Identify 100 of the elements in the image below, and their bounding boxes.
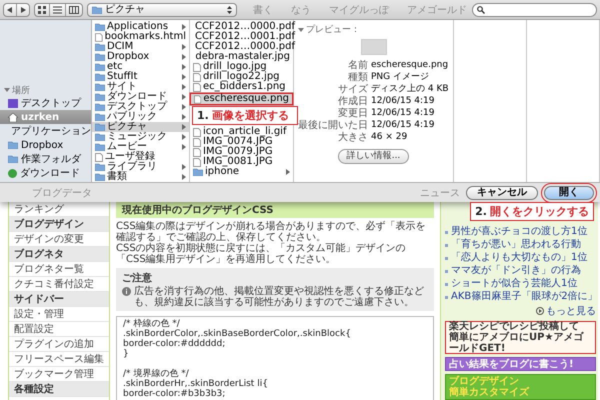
image-thumbnail [360,39,386,55]
news-link[interactable]: 男性が喜ぶチョコの渡し方1位 [451,226,588,238]
file-row[interactable]: iphone [190,167,293,177]
instruction-text: CSSの内容を初期状態に戻すには、「カスタム可能」デザインの「CSS編集用デザイン」を再適用してください。 [116,243,407,265]
news-link[interactable]: AKB篠田麻里子「眼球が2倍に」 [451,291,598,303]
up-down-arrows-icon [227,6,232,14]
file-row[interactable]: ユーザ登録 [92,152,189,162]
file-row[interactable]: Applications [92,22,189,32]
file-row[interactable]: icon_article_li.gif [190,127,293,137]
background-text: ブログデータ [32,186,92,200]
step-label: 1. 画像を選択する [192,106,298,125]
background-text: アメゴールド [407,4,467,16]
info-value: 12/06/15 4:19 [371,108,436,119]
grid-icon [38,6,46,14]
sidebar-link[interactable]: フリースペース編集 [9,352,109,367]
info-label: 大きさ [337,132,368,143]
file-row[interactable]: ライブラリ [92,162,189,172]
file-row[interactable]: ダウンロード [92,92,189,102]
preview-header[interactable]: プレビュー： [298,23,449,36]
sidebar-heading: 各種設定 [9,382,109,397]
sidebar-item[interactable]: 作業フォルダ [0,152,91,166]
chevron-right-icon [286,169,290,175]
sidebar-item[interactable]: Dropbox [0,138,91,152]
info-label: 種類 [347,72,368,83]
sidebar-item[interactable]: アプリケーション [0,124,91,138]
sidebar-link[interactable]: ブログネター覧 [9,262,109,277]
news-link[interactable]: ママ友が「ドン引き」の行為 [451,265,581,277]
file-row[interactable]: Dropbox [92,52,189,62]
file-row[interactable]: ムービー [92,142,189,152]
info-value: 46 × 29 [371,132,408,143]
news-link[interactable]: 「育ちが悪い」思われる行動 [451,239,581,251]
sidebar-link[interactable]: ブックマーク管理 [9,367,109,382]
news-link[interactable]: ショートが似合う芸能人1位 [451,278,578,290]
file-row[interactable]: ピクチャ [92,122,189,132]
file-row[interactable]: bookmarks.html [92,32,189,42]
file-row[interactable]: drill_logo.jpg [190,62,293,72]
document-icon [95,152,103,162]
notice-text: 広告を消す行為の他、掲載位置変更や視認性を悪くする修正なども、規約違反に該当する可能性がありますのでご遠慮下さい。 [134,286,425,308]
ad-banner[interactable]: 占い結果をブログに書こう! [445,357,596,371]
sidebar-link[interactable]: デザインの変更 [9,232,109,247]
more-info-button[interactable]: 詳しい情報... [338,149,410,164]
file-row[interactable]: debra-mastaler.jpg [190,52,293,62]
info-value: escheresque.png [371,60,449,71]
file-row[interactable]: IMG_0079.JPG [190,147,293,157]
info-value: 12/06/15 4:19 [371,120,436,131]
file-row[interactable]: CCF2012…0000.pdf [190,42,293,52]
path-popup[interactable]: ピクチャ [87,2,237,16]
bullet-icon [445,230,448,234]
sidebar-link[interactable]: クチコミ番付設定 [9,277,109,292]
file-row[interactable]: escheresque.png [191,94,292,104]
sidebar-link[interactable]: 配置設定 [9,322,109,337]
dialog-button[interactable]: 開く [544,186,594,200]
file-row[interactable]: StuffIt [92,72,189,82]
sidebar-link[interactable]: ランキング [9,202,109,217]
sidebar-item[interactable]: デスクトップ [0,96,91,110]
chevron-right-icon [182,24,186,30]
background-text: 書く [253,4,273,16]
sidebar-heading: ブログデザイン [9,217,109,232]
file-row[interactable]: ec_bidders1.png [190,82,293,92]
file-row[interactable]: CCF2012…0000.pdf [190,22,293,32]
instruction-text: CSS編集の際はデザインが崩れる場合がありますので、必ず「表示を確認する」でご確認の上、保存してください。 [116,221,427,243]
file-row[interactable]: ミュージック [92,132,189,142]
more-link[interactable]: もっと見る [536,304,596,318]
file-row[interactable]: IMG_0074.JPG [190,137,293,147]
disclosure-triangle-icon[interactable] [298,26,304,32]
disclosure-triangle-icon[interactable] [4,87,10,93]
css-editor-field[interactable]: /* 枠線の色 */ .skinBorderColor,.skinBaseBorderColor,.skinBlock{ border-color:#dddddd; } /* 境界線の色 */ .skinBorderHr,.skinBorderList li{ border-color:#b3b3b3; [116,316,434,400]
file-row[interactable]: drill_logo22.jpg [190,72,293,82]
background-text: なう [291,4,311,16]
search-field[interactable] [472,2,597,16]
info-icon [122,287,131,296]
folder-icon [193,168,203,176]
file-row[interactable]: CCF2012…0001.pdf [190,32,293,42]
dialog-button[interactable]: キャンセル [466,186,538,200]
sidebar-heading: サイドバー [9,292,109,307]
info-label: 最後に開いた日 [298,120,368,131]
bullet-icon [445,270,448,272]
sidebar-item[interactable]: ダウンロード [0,166,91,180]
notice-title: ご注意 [122,271,153,285]
sidebar-link[interactable]: 設定・管理 [9,307,109,322]
ad-banner[interactable]: 楽天レシピでレシピ投稿して 簡単にアメブロにUP★アメゴールドGET! [445,321,596,354]
file-row[interactable]: etc [92,62,189,72]
info-label: 変更日 [337,108,368,119]
file-row[interactable]: デスクトップ [92,102,189,112]
bullet-icon [445,282,448,286]
home-icon [8,112,18,122]
columns-icon [69,6,79,14]
column-view-button[interactable] [65,4,82,16]
list-icon [53,6,62,14]
list-view-button[interactable] [49,4,65,16]
file-row[interactable]: 書類 [92,172,189,182]
sidebar-section-header[interactable]: 場所 [0,84,91,96]
news-link[interactable]: 「恋人よりも大切なもの」1位 [451,252,588,264]
file-row[interactable]: サイト [92,82,189,92]
sidebar-link[interactable]: プラグインの追加 [9,337,109,352]
background-text: マイグルっぽ [329,4,389,16]
file-row[interactable]: パブリック [92,112,189,122]
file-row[interactable]: IMG_0081.JPG [190,157,293,167]
icon-view-button[interactable] [35,4,49,16]
file-row[interactable]: DCIM [92,42,189,52]
